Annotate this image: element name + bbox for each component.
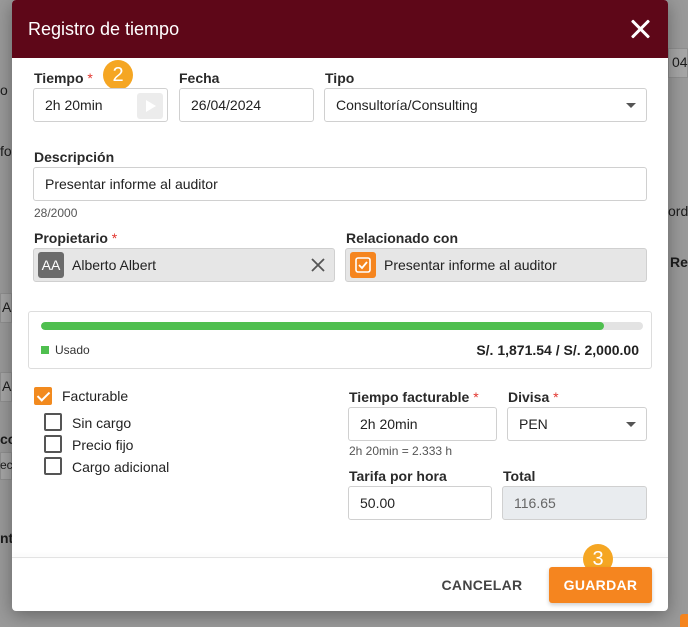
total-value: 116.65 [514, 495, 556, 511]
tarifa-value: 50.00 [360, 495, 396, 511]
divisa-label: Divisa * [508, 389, 559, 405]
sin-cargo-checkbox[interactable] [44, 413, 62, 431]
tiempo-input[interactable]: 2h 20min [33, 88, 168, 122]
usage-amount: S/. 1,871.54 / S/. 2,000.00 [476, 342, 639, 358]
precio-fijo-label: Precio fijo [72, 437, 134, 453]
required-marker: * [87, 70, 93, 86]
bg-text-ec: ec [0, 458, 13, 472]
chevron-down-icon [626, 422, 636, 427]
dialog-header: Registro de tiempo [12, 0, 668, 58]
required-marker: * [473, 389, 479, 405]
descripcion-value: Presentar informe al auditor [45, 176, 218, 192]
cancel-button[interactable]: CANCELAR [432, 567, 532, 603]
bg-text-o: o [0, 82, 8, 98]
dialog-title: Registro de tiempo [28, 18, 180, 39]
relacionado-field[interactable]: Presentar informe al auditor [345, 248, 647, 282]
usage-progress-fill [41, 322, 605, 330]
bg-text-re: Re [670, 254, 688, 270]
tipo-value: Consultoría/Consulting [336, 97, 478, 113]
total-field: 116.65 [502, 486, 647, 520]
tiempo-facturable-input[interactable]: 2h 20min [348, 407, 497, 441]
descripcion-counter: 28/2000 [34, 206, 78, 220]
bg-text-fo: fo [0, 143, 12, 159]
close-icon[interactable] [628, 17, 652, 41]
required-marker: * [111, 230, 118, 246]
bg-text-a1: A [2, 299, 12, 315]
play-timer-icon[interactable] [137, 93, 163, 119]
precio-fijo-checkbox[interactable] [44, 435, 62, 453]
usage-card: Usado S/. 1,871.54 / S/. 2,000.00 [28, 311, 652, 369]
bg-text-a2: A [2, 378, 12, 394]
fecha-value: 26/04/2024 [191, 97, 262, 113]
tiempo-facturable-hint: 2h 20min = 2.333 h [349, 444, 453, 458]
bg-text-04: 04 [672, 54, 688, 70]
required-marker: * [553, 389, 559, 405]
tiempo-label: Tiempo * [34, 70, 93, 86]
tiempo-facturable-label: Tiempo facturable * [349, 389, 479, 405]
facturable-label: Facturable [62, 388, 129, 404]
usage-legend-swatch [41, 346, 49, 354]
avatar: AA [38, 252, 64, 278]
descripcion-input[interactable]: Presentar informe al auditor [33, 167, 647, 201]
task-check-icon [350, 252, 376, 278]
propietario-field[interactable]: AA Alberto Albert [33, 248, 335, 282]
tipo-label: Tipo [325, 70, 355, 86]
relacionado-value: Presentar informe al auditor [384, 257, 557, 273]
propietario-label: Propietario * [34, 230, 117, 246]
facturable-checkbox[interactable] [34, 387, 52, 405]
fecha-input[interactable]: 26/04/2024 [179, 88, 314, 122]
tarifa-input[interactable]: 50.00 [348, 486, 492, 520]
divisa-select[interactable]: PEN [507, 407, 647, 441]
propietario-label-text: Propietario [34, 230, 108, 246]
relacionado-label: Relacionado con [346, 230, 459, 246]
chevron-down-icon [626, 103, 636, 108]
step-badge-2: 2 [103, 60, 133, 90]
tipo-select[interactable]: Consultoría/Consulting [324, 88, 647, 122]
total-label: Total [503, 468, 536, 484]
divisa-label-text: Divisa [508, 389, 550, 405]
fecha-label: Fecha [179, 70, 220, 86]
clear-icon[interactable] [310, 257, 326, 273]
tarifa-label: Tarifa por hora [349, 468, 447, 484]
tiempo-facturable-label-text: Tiempo facturable [349, 389, 470, 405]
tiempo-value: 2h 20min [45, 97, 103, 113]
propietario-value: Alberto Albert [72, 257, 157, 273]
cargo-adicional-checkbox[interactable] [44, 457, 62, 475]
footer-divider [12, 557, 668, 558]
time-entry-dialog: Registro de tiempo Tiempo * 2 2h 20min F… [12, 0, 668, 611]
descripcion-label: Descripción [34, 149, 115, 165]
tiempo-label-text: Tiempo [34, 70, 84, 86]
usage-progress-bar [41, 322, 643, 330]
usage-legend-label: Usado [55, 343, 90, 357]
tiempo-facturable-value: 2h 20min [360, 416, 418, 432]
save-button[interactable]: GUARDAR [549, 567, 652, 603]
bg-orange-corner [680, 614, 688, 627]
sin-cargo-label: Sin cargo [72, 415, 132, 431]
divisa-value: PEN [519, 416, 548, 432]
cargo-adicional-label: Cargo adicional [72, 459, 170, 475]
bg-text-ord: ord [668, 203, 688, 219]
